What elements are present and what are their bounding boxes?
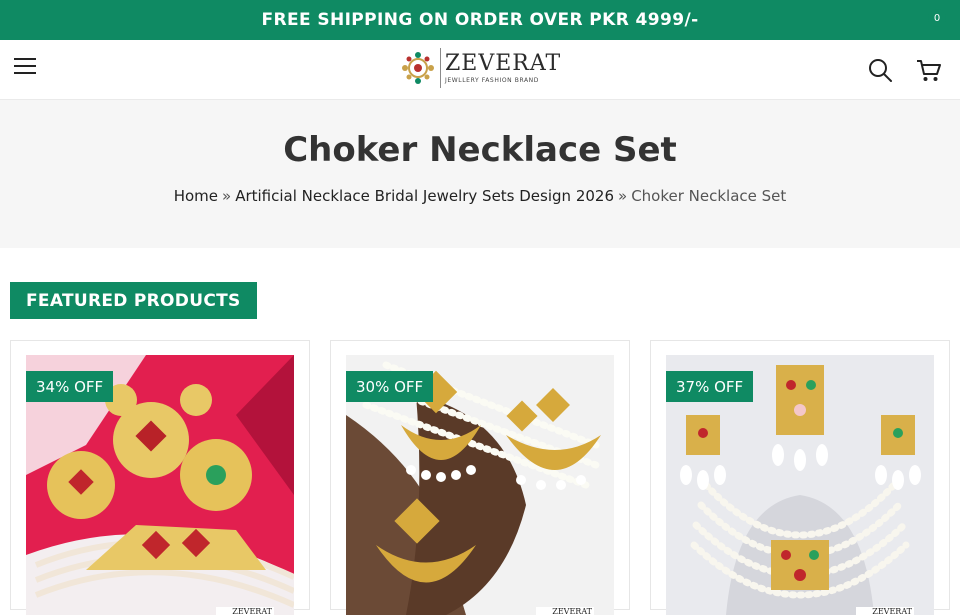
cart-count-badge: 0 <box>928 9 946 27</box>
logo-divider <box>440 48 441 88</box>
discount-badge: 37% OFF <box>666 371 754 402</box>
breadcrumb-home-link[interactable]: Home <box>174 187 218 205</box>
hamburger-menu-icon[interactable] <box>14 58 38 80</box>
page-title: Choker Necklace Set <box>283 130 677 170</box>
watermark-logo: ZEVERAT <box>216 607 274 615</box>
product-card[interactable]: ZEVERAT 37% OFF <box>650 340 950 615</box>
featured-products-heading: FEATURED PRODUCTS <box>10 282 257 319</box>
product-card[interactable]: ZEVERAT 34% OFF <box>10 340 310 615</box>
promo-bar: FREE SHIPPING ON ORDER OVER PKR 4999/- <box>0 0 960 40</box>
page-title-band <box>0 100 960 248</box>
watermark-logo: ZEVERAT <box>856 607 914 615</box>
search-icon[interactable] <box>866 56 894 84</box>
product-card[interactable]: ZEVERAT 30% OFF <box>330 340 630 615</box>
discount-badge: 34% OFF <box>26 371 114 402</box>
breadcrumb-current: Choker Necklace Set <box>631 187 787 205</box>
breadcrumb-separator: » <box>618 187 628 205</box>
breadcrumb: Home» Artificial Necklace Bridal Jewelry … <box>0 187 960 205</box>
logo-tagline: JEWLLERY FASHION BRAND <box>445 76 539 84</box>
cart-icon[interactable] <box>914 56 944 84</box>
discount-badge: 30% OFF <box>346 371 434 402</box>
site-header: ZEVERAT JEWLLERY FASHION BRAND <box>0 40 960 100</box>
breadcrumb-separator: » <box>222 187 232 205</box>
logo-emblem-icon <box>402 52 434 84</box>
site-logo[interactable]: ZEVERAT JEWLLERY FASHION BRAND <box>398 46 564 90</box>
breadcrumb-category-link[interactable]: Artificial Necklace Bridal Jewelry Sets … <box>235 187 614 205</box>
watermark-logo: ZEVERAT <box>536 607 594 615</box>
logo-name: ZEVERAT <box>445 50 562 76</box>
promo-text: FREE SHIPPING ON ORDER OVER PKR 4999/- <box>261 10 699 30</box>
